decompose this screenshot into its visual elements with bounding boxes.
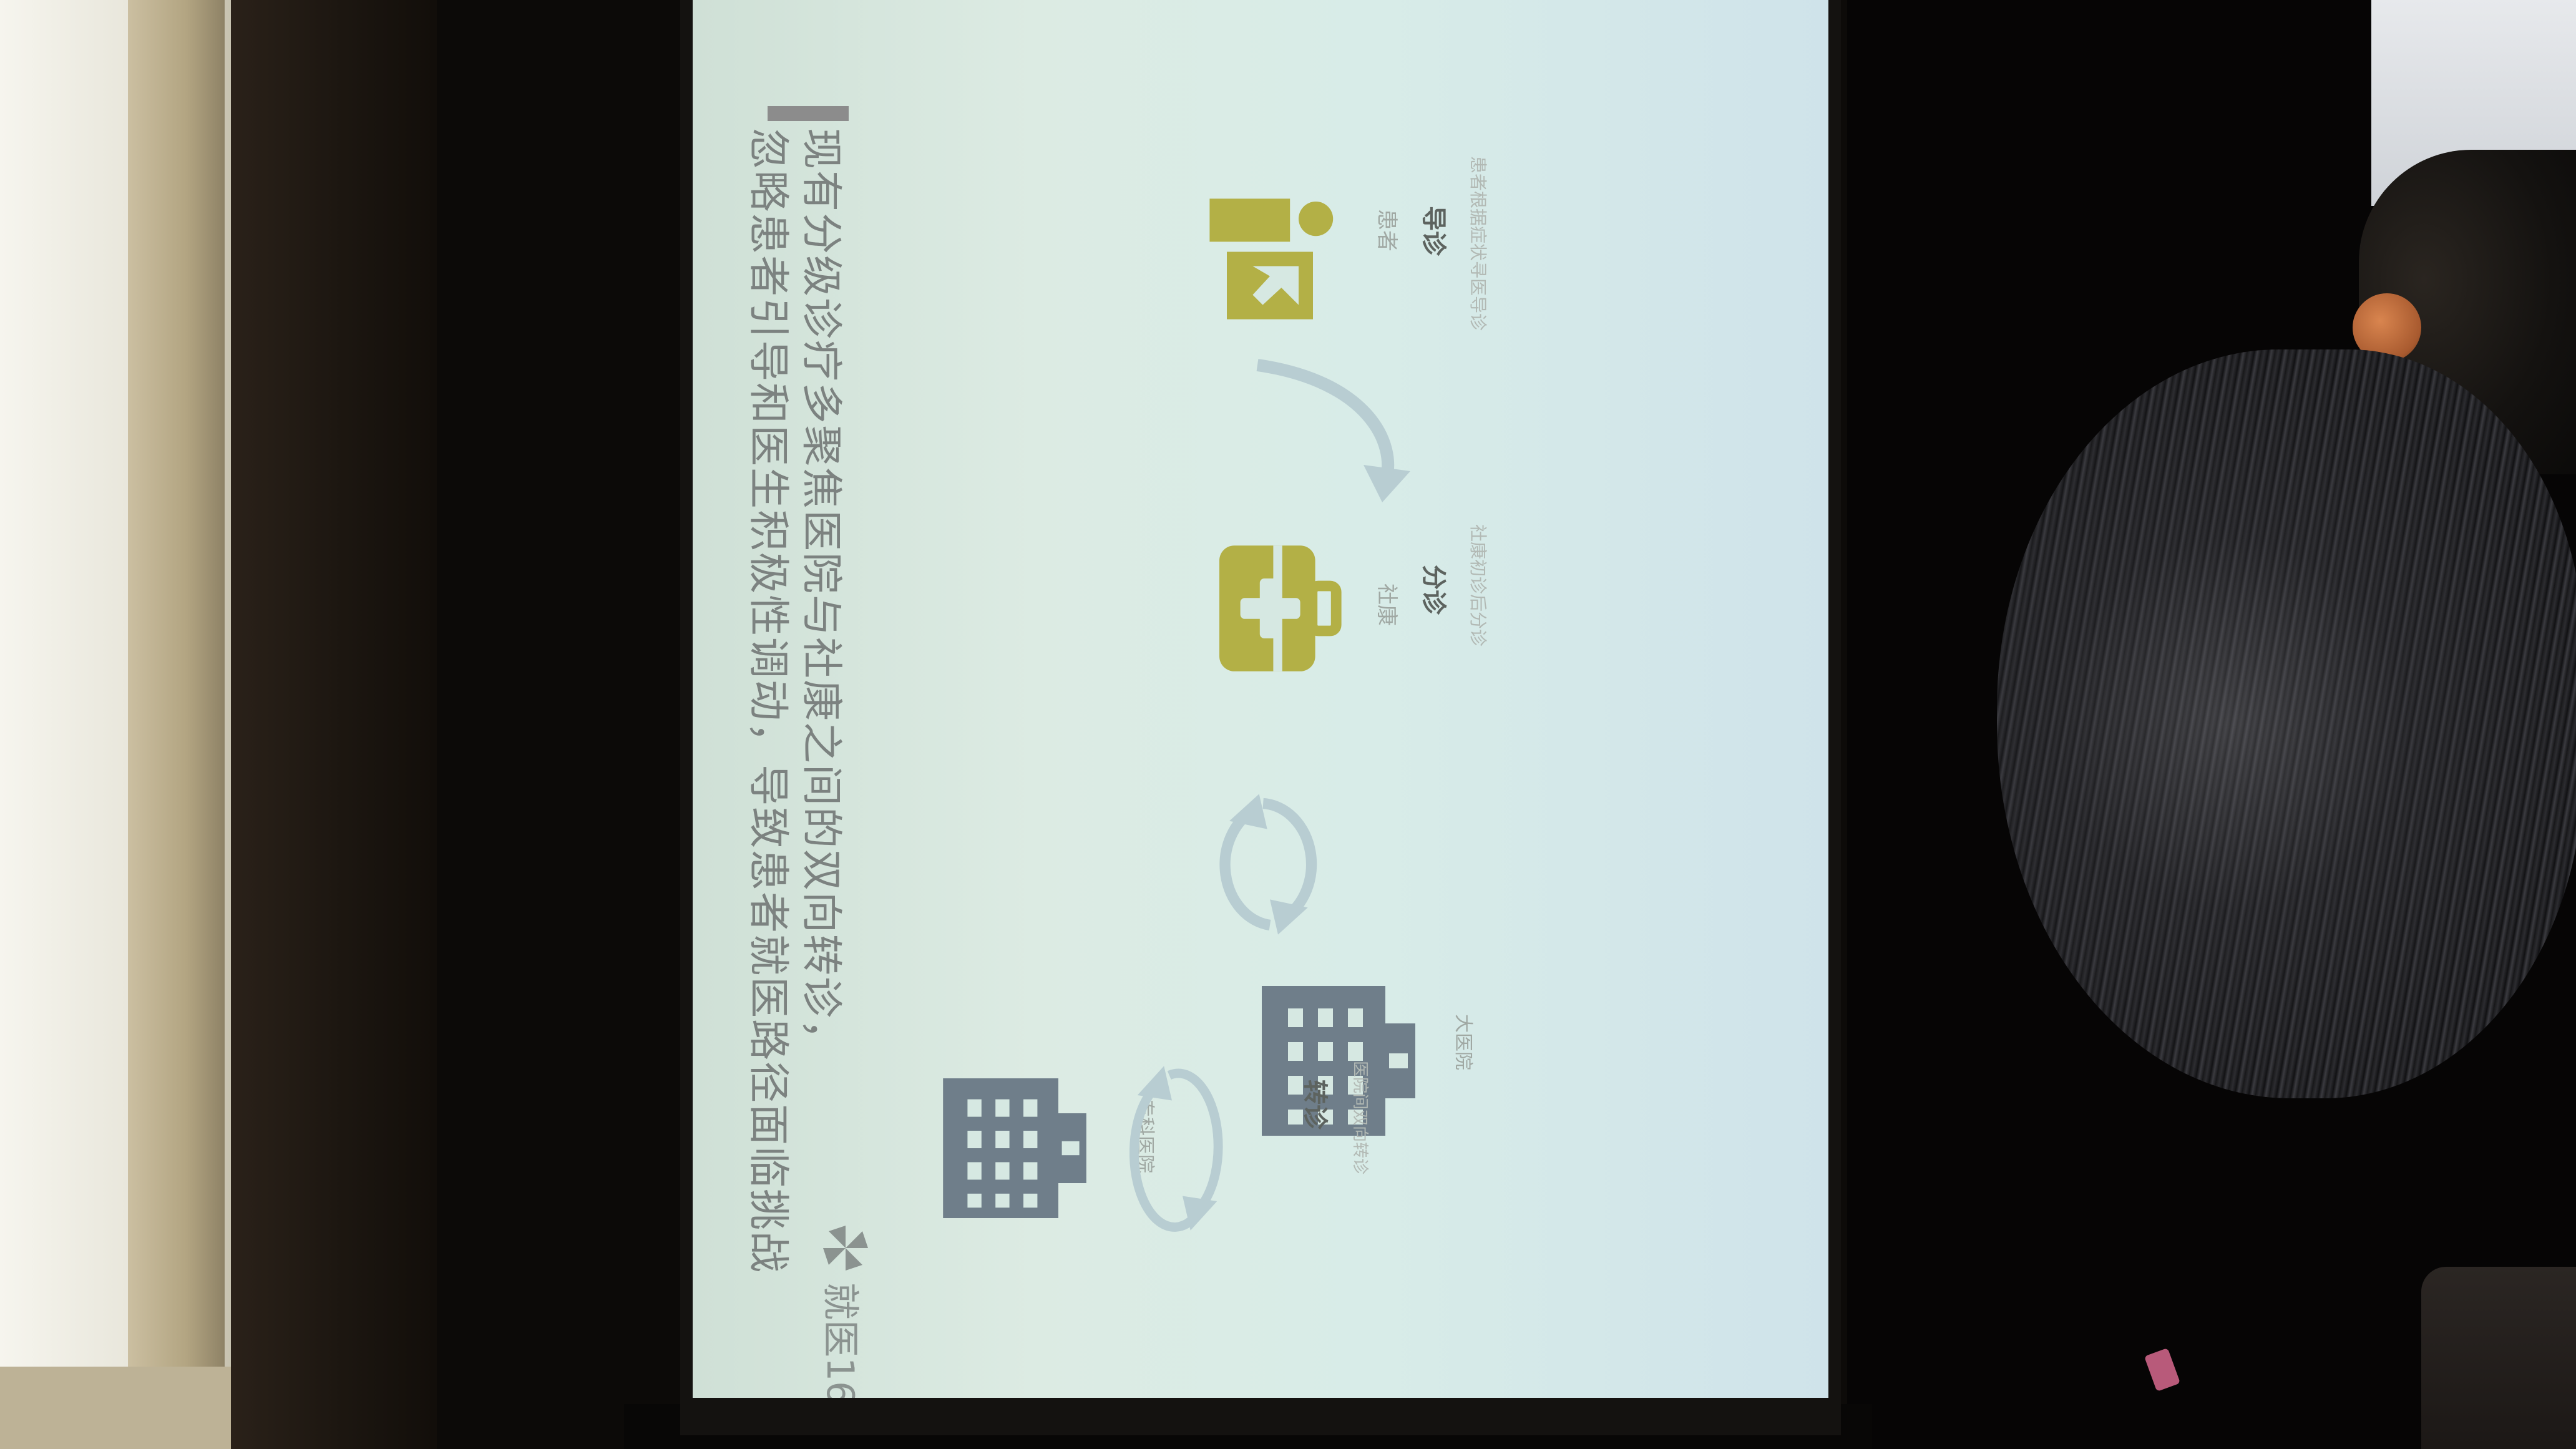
chair-back bbox=[2421, 1267, 2576, 1449]
slide-title-line-2: 忽略患者引导和医生积极性调动，导致患者就医路径面临挑战 bbox=[744, 128, 793, 1274]
hospital-building-icon bbox=[1262, 986, 1415, 1136]
pinwheel-logo-icon bbox=[823, 1226, 868, 1271]
circular-arrows-icon bbox=[1219, 794, 1317, 935]
triage-split-description: 社康初诊后分诊 bbox=[1468, 524, 1488, 647]
circular-arrows-icon bbox=[1129, 1066, 1223, 1232]
triage-title: 导诊 bbox=[1419, 206, 1448, 256]
slide-title-line-1: 现有分级诊疗多聚焦医院与社康之间的双向转诊， bbox=[798, 128, 846, 1061]
clinic-caption: 社康 bbox=[1374, 583, 1399, 626]
triage-description: 患者根据症状寻医导诊 bbox=[1468, 156, 1488, 331]
hospital-building-icon bbox=[943, 1078, 1086, 1218]
logo-text: 就医160 bbox=[818, 1282, 862, 1398]
window-sill bbox=[0, 1367, 231, 1449]
curved-arrow-icon bbox=[1256, 359, 1410, 502]
hospital-small-caption: 大医院 bbox=[1452, 1014, 1474, 1070]
triage-split-title: 分诊 bbox=[1419, 565, 1448, 615]
referral-description: 医院间双向转诊 bbox=[1350, 1061, 1369, 1175]
dark-wall bbox=[437, 0, 693, 1449]
left-wall bbox=[231, 0, 437, 1449]
person-signpost-icon bbox=[1209, 198, 1334, 320]
triage-caption: 患者 bbox=[1374, 209, 1399, 251]
person-head bbox=[1997, 349, 2576, 1098]
slide: 现有分级诊疗多聚焦医院与社康之间的双向转诊， 忽略患者引导和医生积极性调动，导致… bbox=[693, 0, 1828, 1398]
medical-kit-icon bbox=[1219, 545, 1342, 671]
window-frame-wood bbox=[128, 0, 225, 1449]
referral-title: 转诊 bbox=[1300, 1080, 1329, 1129]
projection-screen: 现有分级诊疗多聚焦医院与社康之间的双向转诊， 忽略患者引导和医生积极性调动，导致… bbox=[693, 0, 1828, 1398]
title-accent-bar bbox=[768, 106, 849, 121]
